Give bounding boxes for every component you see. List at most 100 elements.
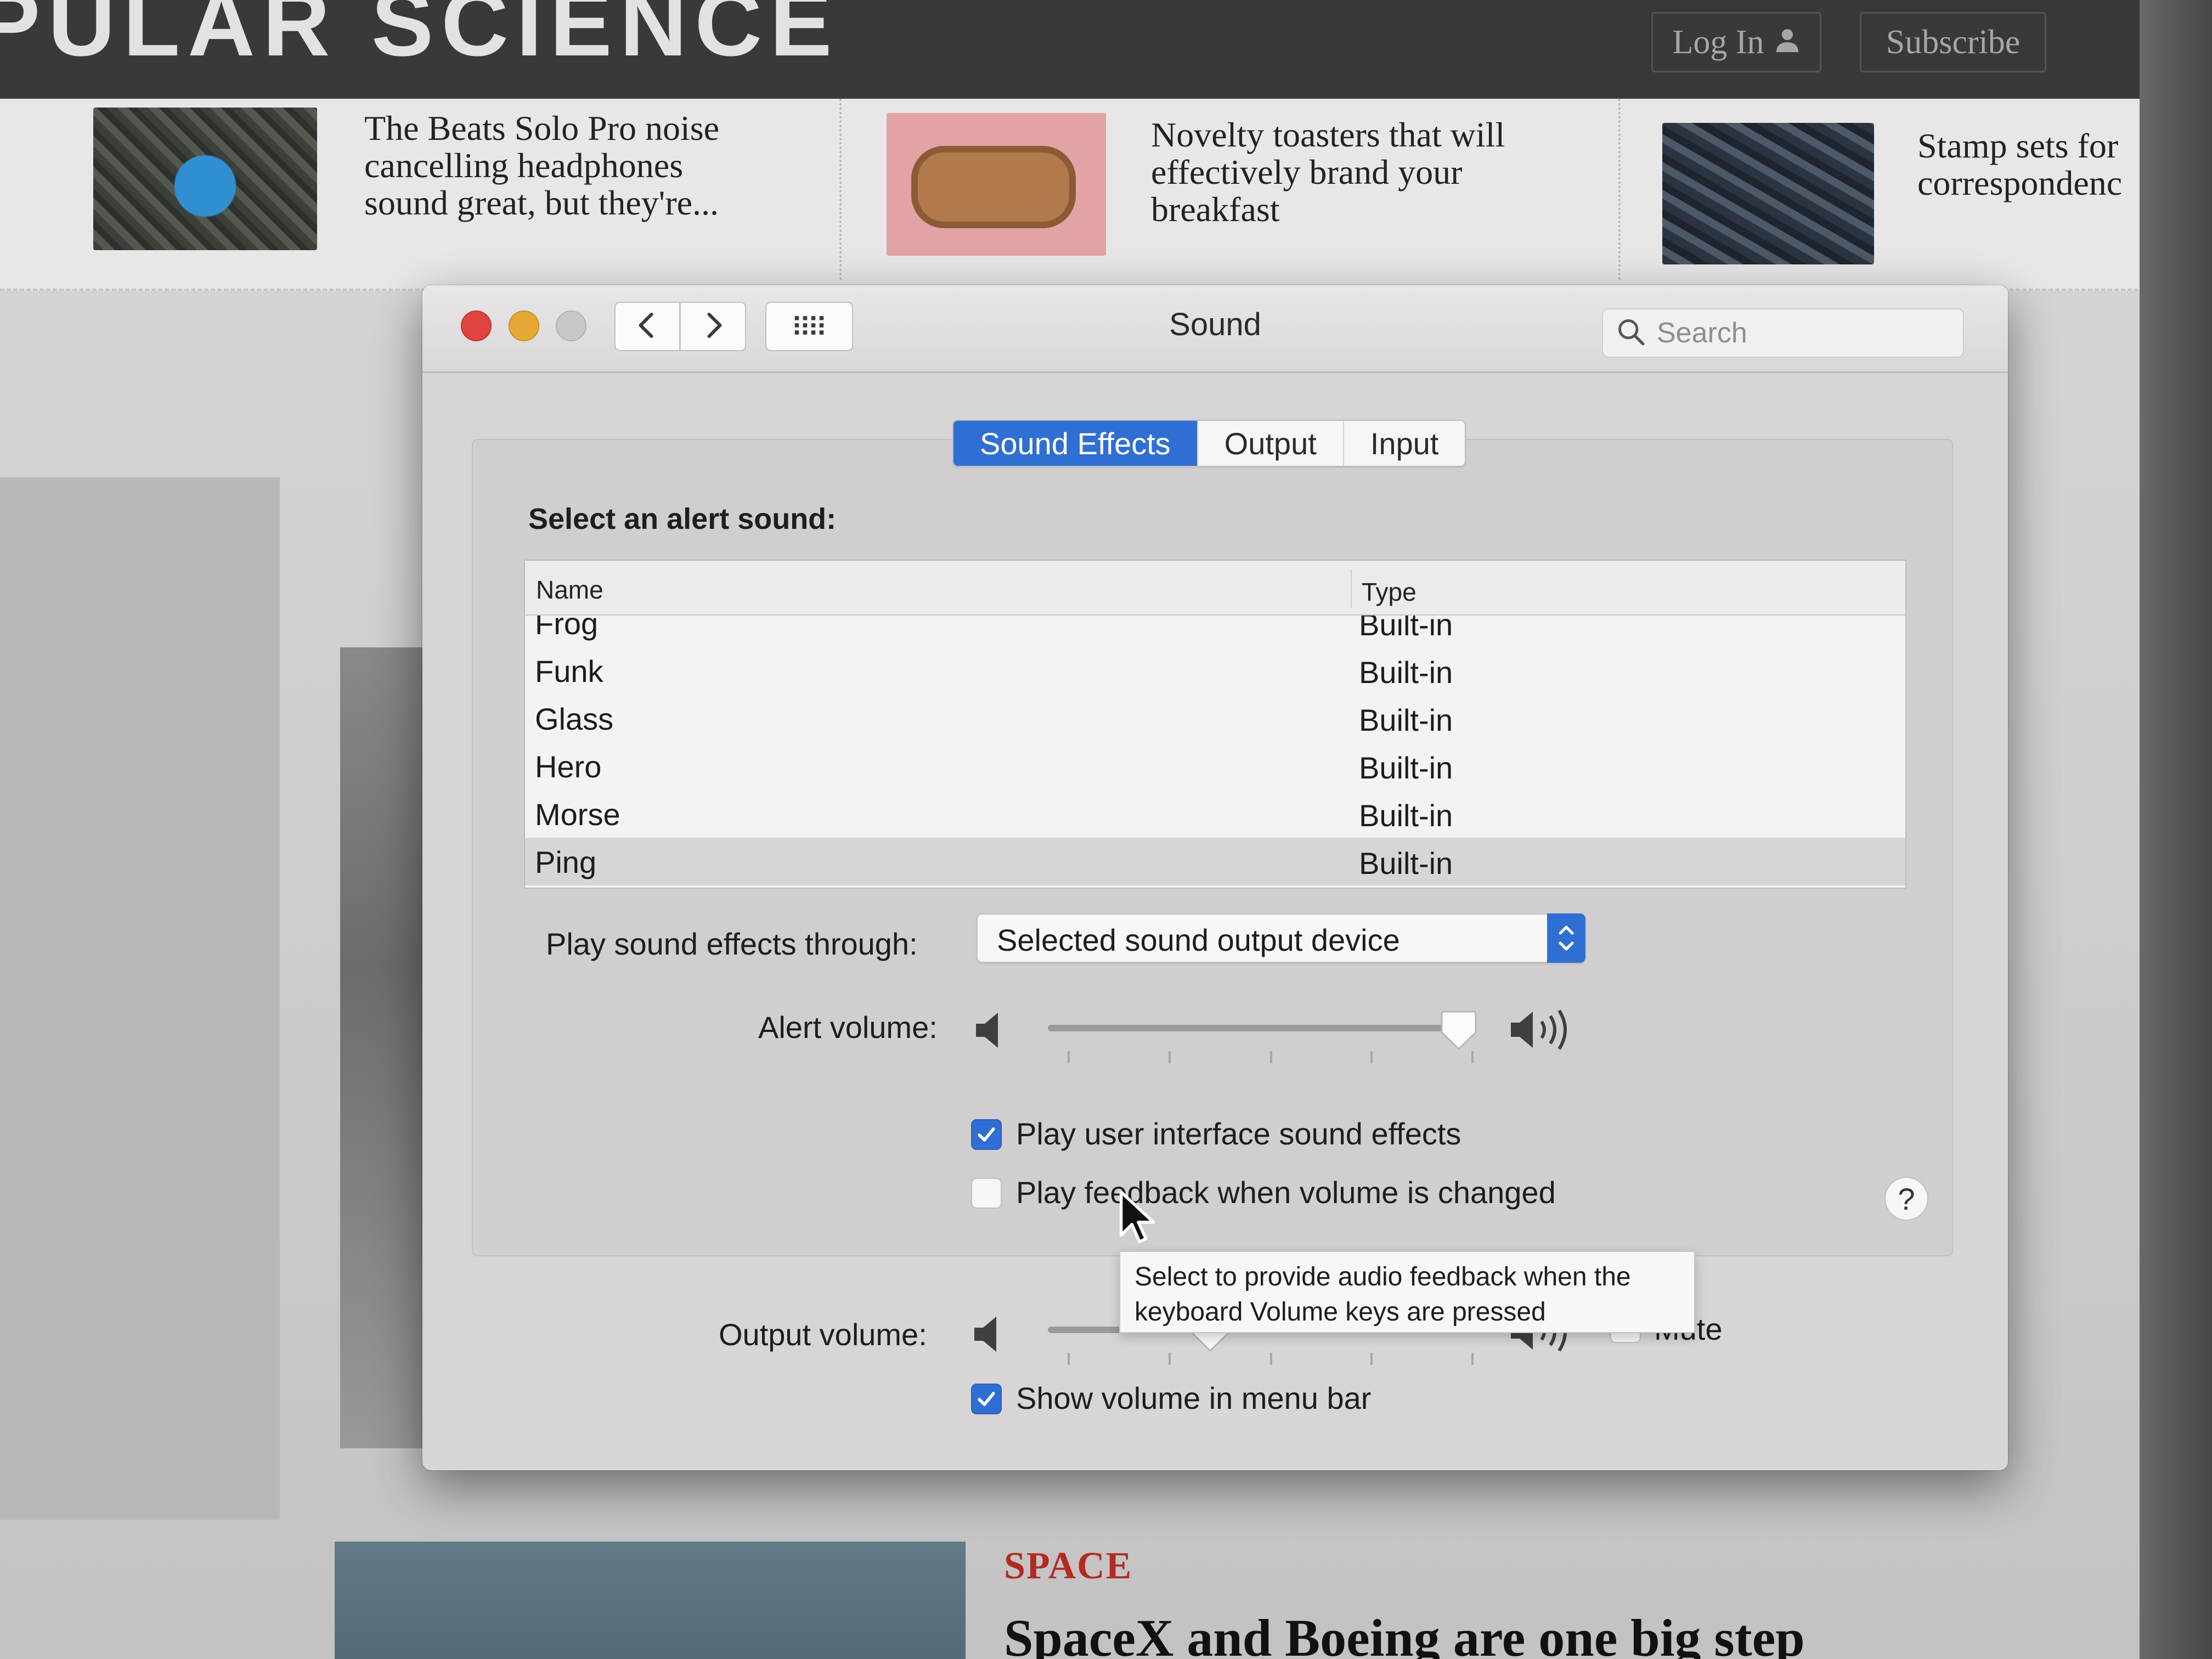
slider-tick <box>1270 1051 1272 1063</box>
ui-sounds-checkbox[interactable] <box>971 1119 1002 1150</box>
tooltip-line: keyboard Volume keys are pressed <box>1135 1297 1546 1327</box>
article-headline[interactable]: SpaceX and Boeing are one big step <box>1004 1607 1805 1659</box>
play-through-label: Play sound effects through: <box>546 927 918 961</box>
ui-sounds-label[interactable]: Play user interface sound effects <box>1016 1116 1461 1152</box>
tooltip-line: Select to provide audio feedback when th… <box>1135 1262 1631 1291</box>
table-row[interactable]: Hero Built-in <box>525 742 1905 790</box>
strip-title-line: The Beats Solo Pro noise <box>364 109 720 148</box>
site-logo[interactable]: PULAR SCIENCE <box>0 0 839 77</box>
strip-title-line: breakfast <box>1151 190 1280 229</box>
site-header: PULAR SCIENCE Log In Subscribe <box>0 0 2145 99</box>
toast-shape <box>911 146 1076 228</box>
table-row[interactable]: Glass Built-in <box>525 695 1905 742</box>
space-article-photo[interactable] <box>335 1542 966 1659</box>
login-link[interactable]: Log In <box>1651 12 1821 72</box>
sound-type: Built-in <box>1359 616 1453 642</box>
strip-title-line: correspondenc <box>1917 163 2123 202</box>
slider-tick <box>1068 1051 1070 1063</box>
slider-tick <box>1370 1353 1373 1365</box>
select-stepper-icon <box>1547 913 1585 963</box>
sound-name: Frog <box>535 616 599 641</box>
speaker-high-icon <box>1509 1005 1585 1054</box>
strip-article-headphones[interactable]: The Beats Solo Pro noise cancelling head… <box>0 99 823 291</box>
alert-sound-label: Select an alert sound: <box>528 503 837 535</box>
sound-type: Built-in <box>1359 655 1453 690</box>
sound-type: Built-in <box>1359 751 1453 785</box>
slider-tick <box>1471 1353 1474 1365</box>
alert-volume-label: Alert volume: <box>758 1010 938 1045</box>
title-bar[interactable]: Sound <box>422 285 2008 373</box>
slider-tick <box>1270 1353 1272 1365</box>
sound-type: Built-in <box>1359 798 1453 833</box>
checkmark-icon <box>978 1392 995 1406</box>
article-photo <box>340 647 428 1448</box>
column-header-name[interactable]: Name <box>536 575 603 605</box>
slider-tick <box>1169 1353 1171 1365</box>
checkmark-icon <box>978 1127 995 1142</box>
sound-name: Glass <box>535 702 614 736</box>
strip-title-line: sound great, but they're... <box>364 183 719 222</box>
slider-tick <box>1068 1353 1070 1365</box>
strip-title-1[interactable]: The Beats Solo Pro noise cancelling head… <box>364 110 719 222</box>
search-field[interactable] <box>1602 308 1964 358</box>
table-row[interactable]: Morse Built-in <box>525 790 1905 838</box>
sound-preferences-window: Sound Sound Effects Output Input Select … <box>422 285 2008 1470</box>
speaker-low-icon <box>972 1312 1005 1356</box>
article-strip: The Beats Solo Pro noise cancelling head… <box>0 99 2145 291</box>
column-header-type[interactable]: Type <box>1351 569 1417 608</box>
show-volume-checkbox[interactable] <box>971 1384 1002 1414</box>
tab-input[interactable]: Input <box>1344 421 1465 466</box>
table-row-selected[interactable]: Ping Built-in <box>525 838 1905 885</box>
sound-name: Hero <box>535 749 602 784</box>
section-tag[interactable]: SPACE <box>1004 1544 1132 1588</box>
strip-title-line: cancelling headphones <box>364 146 684 185</box>
slider-knob[interactable] <box>1440 1008 1478 1055</box>
speaker-low-icon <box>974 1008 1007 1052</box>
show-volume-label[interactable]: Show volume in menu bar <box>1016 1380 1371 1416</box>
sound-name: Morse <box>535 797 620 832</box>
sound-type: Built-in <box>1359 703 1453 737</box>
strip-article-stamps[interactable]: Stamp sets for correspondenc <box>1624 99 2145 291</box>
sound-name: Ping <box>535 845 597 879</box>
subscribe-link[interactable]: Subscribe <box>1860 12 2046 72</box>
output-device-select[interactable]: Selected sound output device <box>977 913 1585 963</box>
headphones-thumbnail[interactable] <box>93 108 317 250</box>
help-button[interactable]: ? <box>1884 1177 1928 1221</box>
alert-sound-table[interactable]: Name Type Frog Built-in Funk Built-in Gl… <box>524 560 1906 889</box>
login-label: Log In <box>1672 23 1764 61</box>
slider-fill <box>1048 1025 1459 1031</box>
slider-tick <box>1169 1051 1171 1063</box>
table-body: Frog Built-in Funk Built-in Glass Built-… <box>525 616 1905 888</box>
slider-tick <box>1370 1051 1373 1063</box>
strip-title-line: Novelty toasters that will <box>1151 115 1505 154</box>
output-volume-label: Output volume: <box>719 1317 927 1352</box>
sound-type: Built-in <box>1359 846 1453 881</box>
strip-title-2[interactable]: Novelty toasters that will effectively b… <box>1151 116 1505 228</box>
table-row[interactable]: Frog Built-in <box>525 616 1905 647</box>
stamps-thumbnail[interactable] <box>1662 123 1874 264</box>
volume-feedback-label[interactable]: Play feedback when volume is changed <box>1016 1175 1556 1210</box>
output-device-value: Selected sound output device <box>997 923 1400 957</box>
table-header: Name Type <box>525 561 1905 616</box>
sound-name: Funk <box>535 654 603 689</box>
strip-divider <box>839 99 842 280</box>
mouse-pointer-icon <box>1116 1188 1160 1248</box>
feedback-tooltip: Select to provide audio feedback when th… <box>1119 1251 1695 1333</box>
screen-bezel <box>2140 0 2212 1659</box>
tab-bar: Sound Effects Output Input <box>952 420 1466 467</box>
slider-track <box>1048 1025 1476 1031</box>
tab-sound-effects[interactable]: Sound Effects <box>953 421 1198 466</box>
left-image-panel <box>0 477 280 1520</box>
strip-title-line: Stamp sets for <box>1917 126 2119 165</box>
toaster-thumbnail[interactable] <box>887 113 1106 256</box>
tab-output[interactable]: Output <box>1198 421 1344 466</box>
search-icon <box>1615 316 1647 351</box>
volume-feedback-checkbox[interactable] <box>971 1178 1002 1209</box>
strip-title-line: effectively brand your <box>1151 153 1463 191</box>
strip-divider <box>1618 99 1621 280</box>
strip-article-toasters[interactable]: Novelty toasters that will effectively b… <box>845 99 1613 291</box>
user-icon <box>1774 23 1801 62</box>
strip-title-3[interactable]: Stamp sets for correspondenc <box>1917 127 2122 202</box>
table-row[interactable]: Funk Built-in <box>525 647 1905 695</box>
search-input[interactable] <box>1657 317 1953 349</box>
